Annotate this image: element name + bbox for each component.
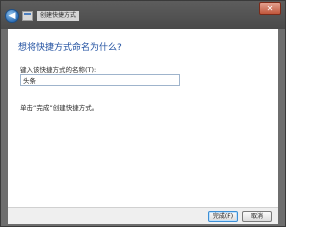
shortcut-name-label: 键入该快捷方式的名称(T): (20, 66, 97, 74)
close-button[interactable]: ✕ (259, 2, 281, 15)
finish-hint: 单击“完成”创建快捷方式。 (20, 104, 99, 112)
shortcut-name-input[interactable] (20, 74, 180, 86)
finish-button[interactable]: 完成(F) (208, 211, 238, 222)
wizard-content: 想将快捷方式命名为什么? 键入该快捷方式的名称(T): 单击“完成”创建快捷方式… (8, 29, 278, 207)
button-bar: 完成(F) 取消 (8, 207, 278, 224)
title-bar: ◀ 创建快捷方式 ✕ (1, 1, 285, 29)
shortcut-wizard-icon (22, 11, 33, 21)
wizard-window: ◀ 创建快捷方式 ✕ 想将快捷方式命名为什么? 键入该快捷方式的名称(T): 单… (0, 0, 286, 227)
page-heading: 想将快捷方式命名为什么? (18, 43, 122, 53)
back-arrow-icon: ◀ (8, 10, 16, 21)
cancel-button[interactable]: 取消 (242, 211, 272, 222)
back-button[interactable]: ◀ (5, 9, 19, 23)
window-title: 创建快捷方式 (37, 11, 80, 21)
close-icon: ✕ (266, 4, 274, 13)
